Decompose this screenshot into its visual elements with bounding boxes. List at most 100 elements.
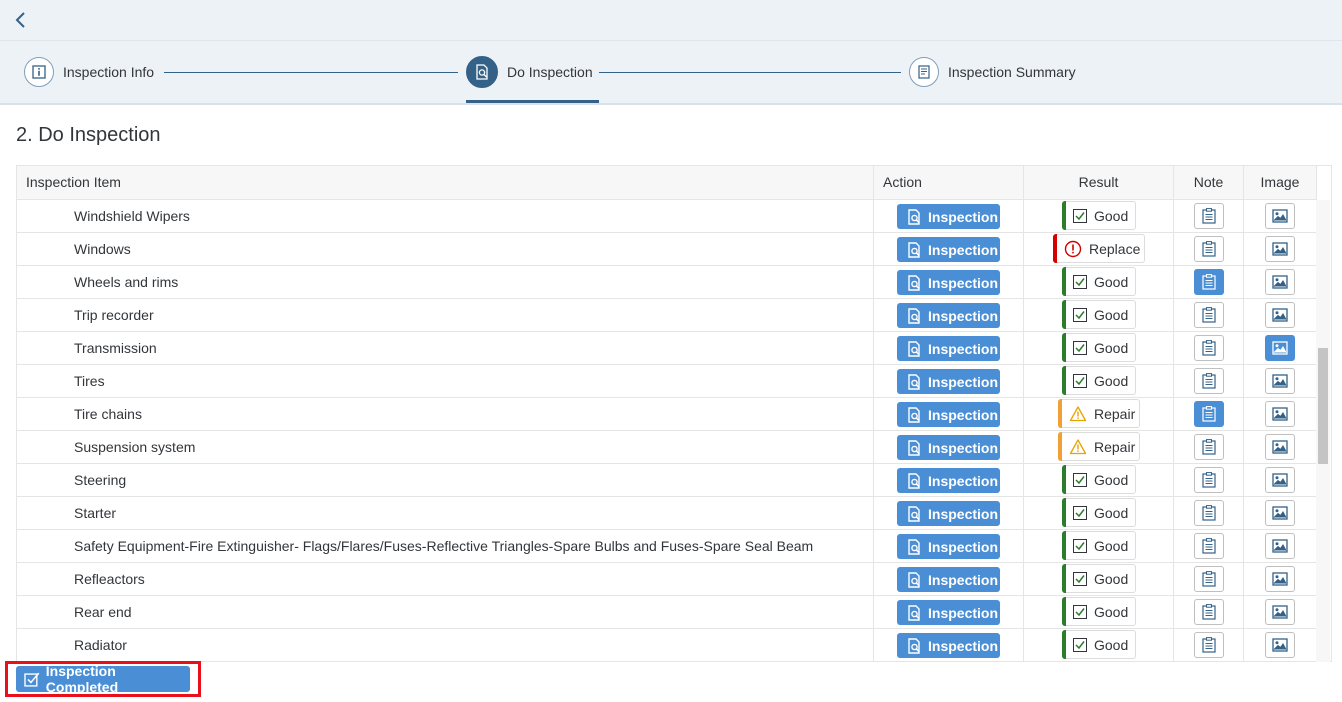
- info-icon: [24, 57, 54, 87]
- table-row: Starter Inspection Good: [17, 497, 1317, 530]
- inspect-doc-icon: [908, 604, 920, 621]
- inspection-item-name: Safety Equipment-Fire Extinguisher- Flag…: [17, 530, 874, 562]
- note-button[interactable]: [1194, 500, 1224, 526]
- inspection-button[interactable]: Inspection: [897, 237, 1000, 262]
- image-button[interactable]: [1265, 434, 1295, 460]
- inspection-button[interactable]: Inspection: [897, 567, 1000, 592]
- inspection-button[interactable]: Inspection: [897, 369, 1000, 394]
- inspection-item-name: Windows: [17, 233, 874, 265]
- note-cell: [1174, 200, 1244, 232]
- image-button[interactable]: [1265, 236, 1295, 262]
- image-icon: [1272, 506, 1288, 520]
- image-button[interactable]: [1265, 203, 1295, 229]
- clipboard-icon: [1202, 406, 1216, 422]
- result-status-button[interactable]: Good: [1062, 300, 1136, 329]
- status-indicator-bar: [1053, 234, 1057, 263]
- result-status-button[interactable]: Good: [1062, 465, 1136, 494]
- image-button[interactable]: [1265, 500, 1295, 526]
- inspection-button[interactable]: Inspection: [897, 303, 1000, 328]
- clipboard-icon: [1202, 340, 1216, 356]
- note-button[interactable]: [1194, 632, 1224, 658]
- image-button[interactable]: [1265, 269, 1295, 295]
- inspect-doc-icon: [908, 208, 920, 225]
- result-status-button[interactable]: Good: [1062, 597, 1136, 626]
- result-cell: Good: [1024, 200, 1174, 232]
- inspection-button[interactable]: Inspection: [897, 600, 1000, 625]
- result-status-button[interactable]: Replace: [1053, 234, 1145, 263]
- note-button[interactable]: [1194, 368, 1224, 394]
- summary-doc-icon: [909, 57, 939, 87]
- result-status-button[interactable]: Repair: [1058, 432, 1140, 461]
- inspection-button-label: Inspection: [928, 208, 999, 225]
- table-row: Safety Equipment-Fire Extinguisher- Flag…: [17, 530, 1317, 563]
- wizard-step-inspection-summary[interactable]: Inspection Summary: [909, 55, 1076, 89]
- result-status-button[interactable]: Repair: [1058, 399, 1140, 428]
- note-button[interactable]: [1194, 302, 1224, 328]
- inspection-button[interactable]: Inspection: [897, 402, 1000, 427]
- image-button[interactable]: [1265, 368, 1295, 394]
- result-cell: Good: [1024, 299, 1174, 331]
- inspection-button[interactable]: Inspection: [897, 468, 1000, 493]
- inspection-button[interactable]: Inspection: [897, 336, 1000, 361]
- column-header-item[interactable]: Inspection Item: [17, 166, 874, 199]
- image-button[interactable]: [1265, 566, 1295, 592]
- result-label: Good: [1094, 537, 1129, 554]
- result-status-button[interactable]: Good: [1062, 333, 1136, 362]
- note-button[interactable]: [1194, 566, 1224, 592]
- status-icon: [1073, 604, 1087, 619]
- result-status-button[interactable]: Good: [1062, 531, 1136, 560]
- inspection-button[interactable]: Inspection: [897, 501, 1000, 526]
- note-button[interactable]: [1194, 203, 1224, 229]
- image-cell: [1244, 365, 1317, 397]
- status-indicator-bar: [1062, 366, 1066, 395]
- image-icon: [1272, 209, 1288, 223]
- wizard-step-label: Do Inspection: [507, 64, 593, 80]
- chevron-left-icon: [15, 12, 25, 28]
- image-cell: [1244, 464, 1317, 496]
- back-button[interactable]: [10, 9, 32, 31]
- table-scrollbar[interactable]: [1316, 200, 1330, 662]
- image-button[interactable]: [1265, 467, 1295, 493]
- image-button[interactable]: [1265, 335, 1295, 361]
- column-header-action[interactable]: Action: [874, 166, 1024, 199]
- image-icon: [1272, 374, 1288, 388]
- image-button[interactable]: [1265, 632, 1295, 658]
- note-button[interactable]: [1194, 335, 1224, 361]
- inspection-button[interactable]: Inspection: [897, 270, 1000, 295]
- note-button[interactable]: [1194, 401, 1224, 427]
- note-button[interactable]: [1194, 533, 1224, 559]
- checkbox-checked-icon: [1073, 505, 1087, 520]
- image-button[interactable]: [1265, 533, 1295, 559]
- action-cell: Inspection: [874, 497, 1024, 529]
- result-cell: Good: [1024, 563, 1174, 595]
- inspection-button[interactable]: Inspection: [897, 204, 1000, 229]
- result-cell: Good: [1024, 365, 1174, 397]
- inspection-button[interactable]: Inspection: [897, 435, 1000, 460]
- result-status-button[interactable]: Good: [1062, 564, 1136, 593]
- result-status-button[interactable]: Good: [1062, 630, 1136, 659]
- wizard-step-do-inspection[interactable]: Do Inspection: [466, 55, 593, 89]
- result-status-button[interactable]: Good: [1062, 498, 1136, 527]
- inspection-button[interactable]: Inspection: [897, 534, 1000, 559]
- note-button[interactable]: [1194, 236, 1224, 262]
- image-cell: [1244, 266, 1317, 298]
- clipboard-icon: [1202, 439, 1216, 455]
- column-header-note[interactable]: Note: [1174, 166, 1244, 199]
- result-status-button[interactable]: Good: [1062, 366, 1136, 395]
- result-status-button[interactable]: Good: [1062, 267, 1136, 296]
- image-button[interactable]: [1265, 401, 1295, 427]
- image-button[interactable]: [1265, 302, 1295, 328]
- note-button[interactable]: [1194, 434, 1224, 460]
- result-label: Replace: [1089, 240, 1141, 257]
- scrollbar-thumb[interactable]: [1318, 348, 1328, 464]
- inspection-button[interactable]: Inspection: [897, 633, 1000, 658]
- result-status-button[interactable]: Good: [1062, 201, 1136, 230]
- note-button[interactable]: [1194, 599, 1224, 625]
- note-button[interactable]: [1194, 269, 1224, 295]
- result-label: Repair: [1094, 405, 1136, 422]
- image-button[interactable]: [1265, 599, 1295, 625]
- wizard-step-inspection-info[interactable]: Inspection Info: [24, 55, 154, 89]
- column-header-image[interactable]: Image: [1244, 166, 1317, 199]
- column-header-result[interactable]: Result: [1024, 166, 1174, 199]
- note-button[interactable]: [1194, 467, 1224, 493]
